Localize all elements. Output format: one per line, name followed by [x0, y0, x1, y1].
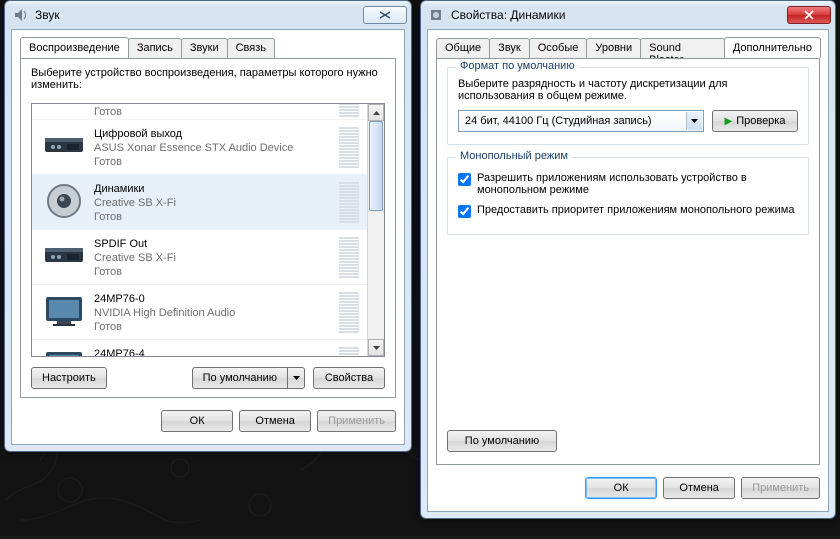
group-legend: Формат по умолчанию	[456, 60, 579, 72]
sound-window: Звук Воспроизведение Запись Звуки Связь …	[4, 0, 412, 452]
tabs-props: Общие Звук Особые Уровни Sound Blaster Д…	[436, 37, 820, 58]
tab-general[interactable]: Общие	[436, 38, 490, 59]
exclusive-allow-checkbox[interactable]	[458, 173, 471, 186]
close-button[interactable]	[787, 6, 831, 24]
dialog-footer: ОК Отмена Применить	[20, 406, 396, 436]
apply-button[interactable]: Применить	[317, 410, 396, 432]
chevron-down-icon	[686, 112, 702, 130]
tabs-sound: Воспроизведение Запись Звуки Связь	[20, 37, 396, 58]
scroll-down[interactable]	[368, 339, 384, 356]
tab-pane: Формат по умолчанию Выберите разрядность…	[436, 58, 820, 465]
scrollbar[interactable]	[367, 104, 384, 356]
tab-sounds[interactable]: Звуки	[181, 38, 228, 59]
cancel-button[interactable]: Отмена	[239, 410, 311, 432]
window-title: Свойства: Динамики	[451, 8, 787, 22]
speaker-icon	[13, 7, 29, 23]
exclusive-priority-label: Предоставить приоритет приложениям моноп…	[477, 204, 798, 218]
device-status: Готов	[94, 105, 339, 119]
device-name: SPDIF Out	[94, 237, 339, 251]
level-meter	[339, 345, 359, 356]
window-body: Воспроизведение Запись Звуки Связь Выбер…	[11, 29, 405, 445]
device-row[interactable]: 24MP76-4NVIDIA High Definition AudioГото…	[32, 340, 367, 356]
device-row[interactable]: ДинамикиCreative SB X-FiГотов	[32, 175, 367, 230]
test-label: Проверка	[736, 115, 785, 127]
tab-sound[interactable]: Звук	[489, 38, 530, 59]
exclusive-allow-label: Разрешить приложениям использовать устро…	[477, 172, 798, 196]
group-legend: Монопольный режим	[456, 150, 572, 162]
properties-button[interactable]: Свойства	[313, 367, 385, 389]
device-desc: Creative SB X-Fi	[94, 196, 339, 210]
properties-window: Свойства: Динамики Общие Звук Особые Уро…	[420, 0, 836, 519]
scroll-track[interactable]	[368, 121, 384, 339]
exclusive-priority-checkbox[interactable]	[458, 205, 471, 218]
tab-advanced[interactable]: Дополнительно	[724, 37, 821, 58]
device-status: Готов	[94, 210, 339, 224]
level-meter	[339, 125, 359, 170]
device-icon	[40, 180, 88, 222]
apply-button[interactable]: Применить	[741, 477, 820, 499]
device-status: Готов	[94, 155, 339, 169]
device-name: 24MP76-0	[94, 292, 339, 306]
window-body: Общие Звук Особые Уровни Sound Blaster Д…	[427, 29, 829, 512]
titlebar-props[interactable]: Свойства: Динамики	[421, 1, 835, 29]
device-row[interactable]: Готов	[32, 104, 367, 120]
restore-defaults-button[interactable]: По умолчанию	[447, 430, 557, 452]
dialog-footer: ОК Отмена Применить	[436, 473, 820, 503]
tab-recording[interactable]: Запись	[128, 38, 182, 59]
exclusive-mode-group: Монопольный режим Разрешить приложениям …	[447, 157, 809, 235]
level-meter	[339, 180, 359, 225]
window-title: Звук	[35, 8, 363, 22]
scroll-thumb[interactable]	[369, 121, 383, 211]
ok-button[interactable]: ОК	[161, 410, 233, 432]
device-row[interactable]: 24MP76-0NVIDIA High Definition AudioГото…	[32, 285, 367, 340]
device-desc: NVIDIA High Definition Audio	[94, 306, 339, 320]
device-icon	[40, 125, 88, 167]
set-default-dropdown[interactable]	[287, 367, 305, 389]
tab-levels[interactable]: Уровни	[586, 38, 641, 59]
configure-button[interactable]: Настроить	[31, 367, 107, 389]
format-help-text: Выберите разрядность и частоту дискретиз…	[458, 78, 798, 102]
level-meter	[339, 104, 359, 119]
device-list: ГотовЦифровой выходASUS Xonar Essence ST…	[31, 103, 385, 357]
device-status: Готов	[94, 265, 339, 279]
device-name: Динамики	[94, 182, 339, 196]
device-row[interactable]: SPDIF OutCreative SB X-FiГотов	[32, 230, 367, 285]
device-name: Цифровой выход	[94, 127, 339, 141]
device-icon	[40, 345, 88, 356]
tab-comm[interactable]: Связь	[227, 38, 275, 59]
test-button[interactable]: ▶Проверка	[712, 110, 798, 132]
level-meter	[339, 235, 359, 280]
device-icon	[40, 235, 88, 277]
format-select[interactable]: 24 бит, 44100 Гц (Студийная запись)	[458, 110, 704, 132]
tab-soundblaster[interactable]: Sound Blaster	[640, 38, 725, 59]
speaker-icon	[429, 7, 445, 23]
play-icon: ▶	[725, 116, 733, 127]
cancel-button[interactable]: Отмена	[663, 477, 735, 499]
device-name: 24MP76-4	[94, 347, 339, 357]
device-status: Готов	[94, 320, 339, 334]
format-value: 24 бит, 44100 Гц (Студийная запись)	[465, 115, 652, 127]
device-icon	[40, 290, 88, 332]
device-icon	[40, 104, 88, 119]
titlebar-sound[interactable]: Звук	[5, 1, 411, 29]
set-default-button[interactable]: По умолчанию	[192, 367, 287, 389]
set-default-split: По умолчанию	[192, 367, 305, 389]
level-meter	[339, 290, 359, 335]
device-desc: Creative SB X-Fi	[94, 251, 339, 265]
default-format-group: Формат по умолчанию Выберите разрядность…	[447, 67, 809, 145]
tab-special[interactable]: Особые	[529, 38, 588, 59]
ok-button[interactable]: ОК	[585, 477, 657, 499]
scroll-up[interactable]	[368, 104, 384, 121]
device-actions: Настроить По умолчанию Свойства	[31, 365, 385, 391]
tab-pane: Выберите устройство воспроизведения, пар…	[20, 58, 396, 398]
device-row[interactable]: Цифровой выходASUS Xonar Essence STX Aud…	[32, 120, 367, 175]
instruction-text: Выберите устройство воспроизведения, пар…	[21, 59, 395, 97]
device-desc: ASUS Xonar Essence STX Audio Device	[94, 141, 339, 155]
close-button[interactable]	[363, 6, 407, 24]
tab-playback[interactable]: Воспроизведение	[20, 37, 129, 58]
